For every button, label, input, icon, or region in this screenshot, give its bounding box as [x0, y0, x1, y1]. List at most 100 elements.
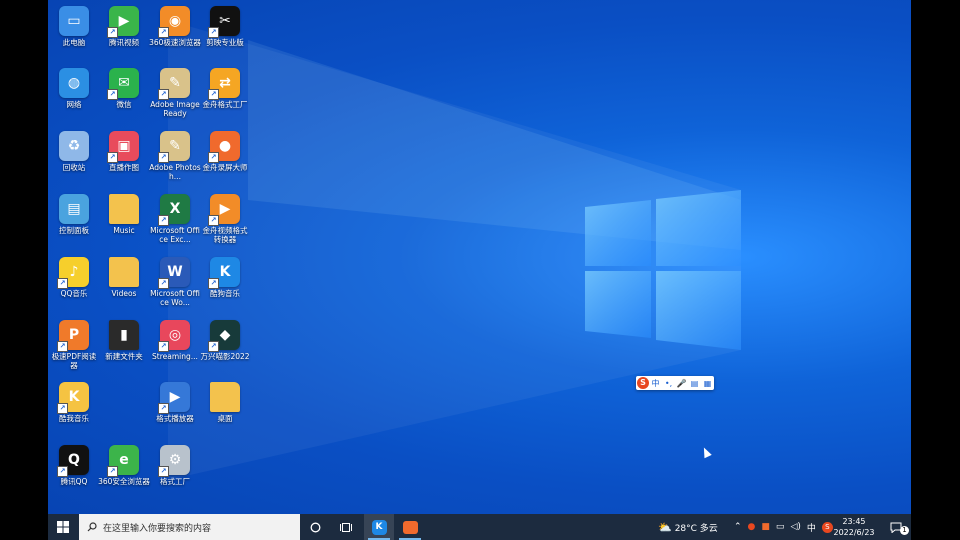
360-browser-icon: e ↗	[107, 445, 139, 477]
ime-punct-toggle[interactable]: •,	[662, 379, 675, 388]
network-icon: ◍	[59, 68, 89, 98]
desktop-icon[interactable]: ⇄ ↗ 金舟格式工厂	[199, 64, 251, 109]
shortcut-arrow-icon: ↗	[158, 27, 169, 38]
volume-icon[interactable]: ◁)	[790, 522, 800, 532]
desktop-icon[interactable]: ✎ ↗ Adobe ImageReady	[149, 64, 201, 118]
control-panel-icon: ▤	[59, 194, 89, 224]
taskbar-app-screen-recorder[interactable]	[395, 514, 425, 540]
desktop-icon[interactable]: ♪ ↗ QQ音乐	[48, 253, 100, 298]
desktop-icon-label: 格式工厂	[160, 477, 190, 486]
desktop-icon[interactable]: ◆ ↗ 万兴喵影2022	[199, 316, 251, 361]
wechat-icon: ✉ ↗	[107, 68, 139, 100]
desktop-icon[interactable]: ▶ ↗ 金舟视频格式转换器	[199, 190, 251, 244]
desktop-icon-label: 酷我音乐	[59, 414, 89, 423]
shortcut-arrow-icon: ↗	[57, 341, 68, 352]
shortcut-arrow-icon: ↗	[107, 152, 118, 163]
start-button[interactable]	[48, 514, 78, 540]
desktop-icon[interactable]: Videos	[98, 253, 150, 298]
desktop-icon[interactable]: ▣ ↗ 直播作图	[98, 127, 150, 172]
desktop-icon[interactable]: e ↗ 360安全浏览器	[98, 441, 150, 486]
sogou-logo-icon[interactable]: S	[637, 377, 649, 389]
cortana-button[interactable]	[300, 514, 330, 540]
screen-recorder-tray-icon[interactable]: ■	[761, 522, 770, 532]
microphone-icon[interactable]: 🎤	[675, 379, 688, 388]
desktop-icon[interactable]: ◎ ↗ Streaming...	[149, 316, 201, 361]
ime-toolbar[interactable]: S 中 •, 🎤 ▤ ▦	[636, 376, 714, 390]
desktop-icon[interactable]: ◍ 网络	[48, 64, 100, 109]
qq-icon: Q ↗	[57, 445, 89, 477]
desktop-icon-label: Videos	[111, 289, 137, 298]
desktop-icon-label: 控制面板	[59, 226, 89, 235]
shortcut-arrow-icon: ↗	[107, 466, 118, 477]
desktop-icon[interactable]: ▶ ↗ 格式播放器	[149, 378, 201, 423]
action-center-button[interactable]: 1	[881, 514, 911, 540]
desktop-icon[interactable]: P ↗ 极速PDF阅读器	[48, 316, 100, 370]
keyboard-icon[interactable]: ▤	[688, 379, 701, 388]
desktop-icon-label: QQ音乐	[60, 289, 88, 298]
desktop-icon[interactable]: ▶ ↗ 腾讯视频	[98, 2, 150, 47]
desktop-icon[interactable]: ⚙ ↗ 格式工厂	[149, 441, 201, 486]
shortcut-arrow-icon: ↗	[158, 403, 169, 414]
tray-app-icon[interactable]: ●	[748, 522, 756, 532]
desktop-icon-label: 剪映专业版	[206, 38, 244, 47]
clock[interactable]: 23:45 2022/6/23	[828, 516, 880, 538]
desktop-icon[interactable]: Q ↗ 腾讯QQ	[48, 441, 100, 486]
desktop-icon[interactable]: ● ↗ 金舟录屏大师	[199, 127, 251, 172]
desktop-icon[interactable]: ◉ ↗ 360极速浏览器	[149, 2, 201, 47]
desktop-icon-label: 格式播放器	[156, 414, 194, 423]
videos-folder-icon	[109, 257, 139, 287]
word-icon: W ↗	[158, 257, 190, 289]
weather-widget[interactable]: ⛅ 28°C 多云	[658, 514, 718, 540]
desktop-icon[interactable]: K ↗ 酷狗音乐	[199, 253, 251, 298]
desktop-icon[interactable]: K ↗ 酷我音乐	[48, 378, 100, 423]
computer-icon: ▭	[59, 6, 89, 36]
shortcut-arrow-icon: ↗	[107, 27, 118, 38]
shortcut-arrow-icon: ↗	[107, 89, 118, 100]
task-view-button[interactable]	[331, 514, 361, 540]
clock-date: 2022/6/23	[833, 528, 875, 537]
desktop-icon-label: Adobe ImageReady	[150, 100, 200, 118]
desktop-icon[interactable]: ▤ 控制面板	[48, 190, 100, 235]
shortcut-arrow-icon: ↗	[158, 215, 169, 226]
desktop-icon-label: 360安全浏览器	[98, 477, 150, 486]
qq-music-icon: ♪ ↗	[57, 257, 89, 289]
recycle-bin-icon: ♻	[59, 131, 89, 161]
desktop-icon-label: 极速PDF阅读器	[51, 352, 97, 370]
desktop[interactable]: ▭ 此电脑 ▶ ↗ 腾讯视频 ◉ ↗ 360极速浏览器 ✂ ↗ 剪映专业版 ◍ 网络 ✉ ↗ 微信 ✎ ↗ Adob…	[48, 0, 911, 514]
music-folder-icon	[109, 194, 139, 224]
desktop-icon[interactable]: ▭ 此电脑	[48, 2, 100, 47]
desktop-icon[interactable]: 桌面	[199, 378, 251, 423]
shortcut-arrow-icon: ↗	[208, 341, 219, 352]
desktop-icon[interactable]: ✉ ↗ 微信	[98, 64, 150, 109]
new-folder-icon: ▮	[109, 320, 139, 350]
desktop-icon[interactable]: ✂ ↗ 剪映专业版	[199, 2, 251, 47]
taskbar-search-box[interactable]: 在这里输入你要搜索的内容	[79, 514, 300, 540]
desktop-icon[interactable]: W ↗ Microsoft Office Wo...	[149, 253, 201, 307]
desktop-icon-label: Microsoft Office Wo...	[150, 289, 200, 307]
show-hidden-icons-chevron-icon[interactable]: ⌃	[734, 522, 742, 532]
shortcut-arrow-icon: ↗	[208, 278, 219, 289]
desktop-icon[interactable]: X ↗ Microsoft Office Exc...	[149, 190, 201, 244]
screen-recorder-icon	[402, 520, 418, 534]
shortcut-arrow-icon: ↗	[208, 89, 219, 100]
network-icon[interactable]: ▭	[776, 522, 785, 532]
ime-lang-toggle[interactable]: 中	[649, 378, 662, 389]
desktop-icon-label: 金舟格式工厂	[202, 100, 248, 109]
taskbar-app-kugou[interactable]: K	[364, 514, 394, 540]
task-view-icon	[340, 522, 352, 532]
desktop-icon-label: Microsoft Office Exc...	[150, 226, 200, 244]
shortcut-arrow-icon: ↗	[158, 89, 169, 100]
grid-menu-icon[interactable]: ▦	[701, 379, 714, 388]
desktop-icon-label: 回收站	[62, 163, 86, 172]
desktop-icon[interactable]: ▮ 新建文件夹	[98, 316, 150, 361]
cortana-icon	[310, 522, 320, 532]
shortcut-arrow-icon: ↗	[208, 215, 219, 226]
desktop-icon[interactable]: ♻ 回收站	[48, 127, 100, 172]
ime-language-indicator[interactable]: 中	[807, 521, 816, 534]
desktop-icon[interactable]: ✎ ↗ Adobe Photosh...	[149, 127, 201, 181]
desktop-icon-label: 腾讯QQ	[60, 477, 88, 486]
system-tray: ⌃ ● ■ ▭ ◁) 中 S	[734, 514, 833, 540]
desktop-icon[interactable]: Music	[98, 190, 150, 235]
desktop-icon-label: 直播作图	[109, 163, 139, 172]
taskbar: 在这里输入你要搜索的内容 K ⛅ 28°C 多云 ⌃ ● ■ ▭ ◁) 中 S …	[48, 514, 911, 540]
